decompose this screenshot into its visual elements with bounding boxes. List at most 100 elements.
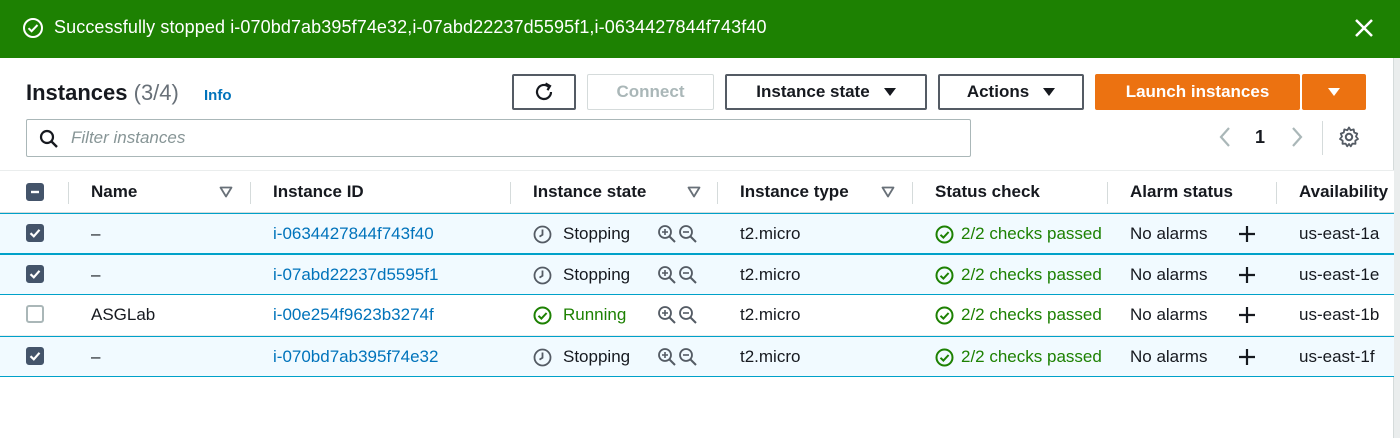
alarm-status: No alarms — [1130, 265, 1208, 284]
availability-zone: us-east-1f — [1299, 347, 1375, 366]
launch-options-dropdown[interactable] — [1302, 74, 1366, 110]
availability-zone: us-east-1b — [1299, 305, 1380, 324]
sort-icon[interactable] — [687, 186, 701, 198]
instance-type: t2.micro — [740, 265, 801, 284]
zoom-in-icon[interactable] — [657, 265, 677, 285]
zoom-in-icon[interactable] — [657, 347, 677, 367]
instance-type: t2.micro — [740, 224, 801, 243]
availability-zone: us-east-1a — [1299, 224, 1380, 243]
checks-passed-icon — [935, 225, 954, 244]
close-icon[interactable] — [1352, 16, 1376, 40]
zoom-out-icon[interactable] — [678, 224, 698, 244]
instance-type: t2.micro — [740, 347, 801, 366]
scrollbar[interactable] — [1394, 58, 1400, 438]
instance-id-link[interactable]: i-0634427844f743f40 — [273, 224, 434, 244]
instance-state: Stopping — [563, 265, 631, 284]
status-check: 2/2 checks passed — [961, 224, 1102, 243]
table-row[interactable]: – i-070bd7ab395f74e32 Stopping t2.micro 2/2 … — [0, 336, 1394, 377]
zoom-in-icon[interactable] — [657, 305, 677, 325]
row-select-checkbox[interactable] — [26, 305, 44, 323]
column-header-instance-type[interactable]: Instance type — [740, 182, 849, 202]
instance-state-dropdown[interactable]: Instance state — [725, 74, 927, 110]
instance-id-link[interactable]: i-00e254f9623b3274f — [273, 305, 434, 325]
clock-icon — [533, 348, 552, 367]
instance-name: – — [91, 347, 101, 366]
availability-zone: us-east-1e — [1299, 265, 1380, 284]
column-header-alarm-status[interactable]: Alarm status — [1130, 182, 1233, 202]
column-separator[interactable] — [510, 182, 511, 204]
selection-count: (3/4) — [133, 80, 179, 105]
current-page-number[interactable]: 1 — [1250, 127, 1270, 148]
running-check-icon — [533, 306, 552, 325]
instance-name: – — [91, 224, 101, 243]
plus-icon[interactable] — [1237, 224, 1257, 244]
column-header-availability[interactable]: Availability — [1299, 182, 1388, 202]
zoom-out-icon[interactable] — [678, 305, 698, 325]
launch-instances-button[interactable]: Launch instances — [1095, 74, 1300, 110]
search-icon — [39, 129, 58, 148]
zoom-out-icon[interactable] — [678, 265, 698, 285]
column-separator[interactable] — [717, 182, 718, 204]
instance-name: – — [91, 265, 101, 284]
column-header-instance-id[interactable]: Instance ID — [273, 182, 364, 202]
checks-passed-icon — [935, 266, 954, 285]
filter-instances-input[interactable] — [71, 124, 951, 152]
table-row[interactable]: ASGLab i-00e254f9623b3274f Running t2.micro… — [0, 295, 1394, 336]
refresh-button[interactable] — [512, 74, 576, 110]
plus-icon[interactable] — [1237, 347, 1257, 367]
row-select-checkbox[interactable] — [26, 224, 44, 242]
instance-state-label: Instance state — [756, 82, 870, 101]
column-separator[interactable] — [1276, 182, 1277, 204]
checks-passed-icon — [935, 306, 954, 325]
zoom-in-icon[interactable] — [657, 224, 677, 244]
page-title: Instances (3/4) — [26, 80, 179, 106]
caret-down-icon — [1043, 88, 1056, 96]
column-header-instance-state[interactable]: Instance state — [533, 182, 646, 202]
select-all-checkbox[interactable] — [26, 183, 44, 201]
column-header-status-check[interactable]: Status check — [935, 182, 1040, 202]
sort-icon[interactable] — [881, 186, 895, 198]
instance-id-link[interactable]: i-070bd7ab395f74e32 — [273, 347, 438, 367]
plus-icon[interactable] — [1237, 265, 1257, 285]
status-check: 2/2 checks passed — [961, 347, 1102, 366]
column-separator[interactable] — [1107, 182, 1108, 204]
instance-state: Stopping — [563, 347, 631, 366]
plus-icon[interactable] — [1237, 305, 1257, 325]
column-header-name[interactable]: Name — [91, 182, 137, 202]
row-select-checkbox[interactable] — [26, 265, 44, 283]
status-check: 2/2 checks passed — [961, 265, 1102, 284]
alarm-status: No alarms — [1130, 224, 1208, 243]
column-separator[interactable] — [250, 182, 251, 204]
table-row[interactable]: – i-0634427844f743f40 Stopping t2.micro 2/2 … — [0, 213, 1394, 254]
instance-state: Stopping — [563, 224, 631, 243]
refresh-icon — [535, 82, 553, 101]
clock-icon — [533, 225, 552, 244]
status-check: 2/2 checks passed — [961, 305, 1102, 324]
instance-type: t2.micro — [740, 305, 801, 324]
chevron-left-icon[interactable] — [1217, 126, 1233, 148]
column-separator — [68, 182, 69, 204]
instance-name: ASGLab — [91, 305, 156, 324]
chevron-right-icon[interactable] — [1289, 126, 1305, 148]
sort-icon[interactable] — [219, 186, 233, 198]
table-header: Name Instance ID Instance state Instance… — [0, 170, 1394, 213]
actions-label: Actions — [966, 82, 1030, 101]
alarm-status: No alarms — [1130, 305, 1208, 324]
filter-instances-box[interactable] — [26, 119, 971, 157]
table-row[interactable]: – i-07abd22237d5595f1 Stopping t2.micro 2/2 … — [0, 254, 1394, 295]
row-select-checkbox[interactable] — [26, 347, 44, 365]
connect-button[interactable]: Connect — [587, 74, 714, 110]
gear-icon[interactable] — [1337, 125, 1361, 149]
caret-down-icon — [1328, 88, 1340, 96]
caret-down-icon — [883, 88, 896, 96]
alarm-status: No alarms — [1130, 347, 1208, 366]
instance-id-link[interactable]: i-07abd22237d5595f1 — [273, 265, 438, 285]
column-separator[interactable] — [912, 182, 913, 204]
success-flash-banner: Successfully stopped i-070bd7ab395f74e32… — [0, 0, 1400, 58]
info-link[interactable]: Info — [204, 87, 232, 104]
checks-passed-icon — [935, 348, 954, 367]
divider — [1322, 121, 1323, 155]
zoom-out-icon[interactable] — [678, 347, 698, 367]
success-check-icon — [23, 18, 43, 38]
actions-dropdown[interactable]: Actions — [938, 74, 1084, 110]
